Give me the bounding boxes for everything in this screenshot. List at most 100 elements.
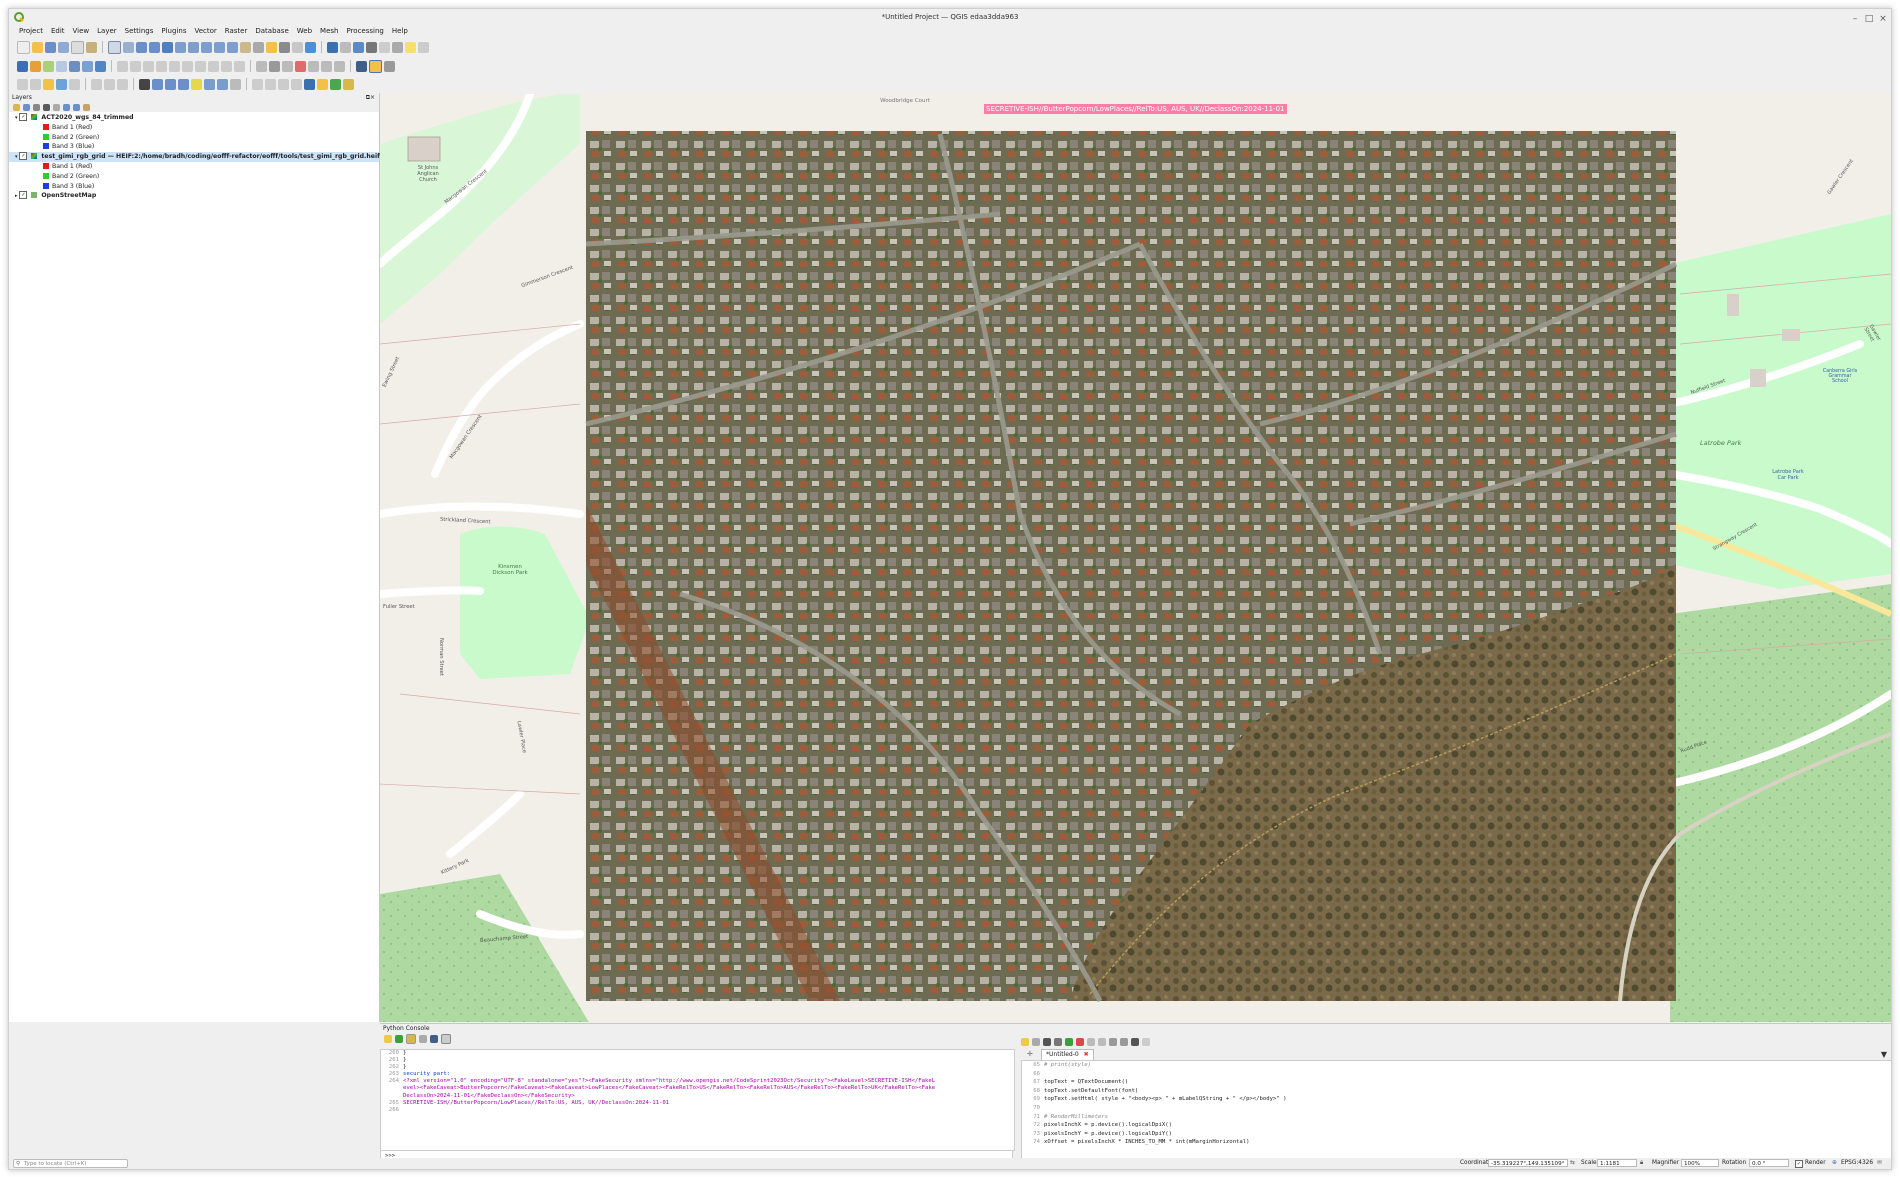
rotation-spinbox[interactable]: 0.0 ° — [1749, 1159, 1789, 1167]
label-tool-icon[interactable] — [256, 60, 267, 72]
crs-globe-icon[interactable]: ⊕ — [1832, 1159, 1837, 1168]
dock-icon[interactable] — [441, 1034, 451, 1044]
new-print-layout-icon[interactable] — [71, 40, 84, 54]
edit-raster-icon[interactable] — [217, 78, 228, 90]
text-annotation-icon[interactable] — [230, 78, 241, 90]
vertex-icon[interactable] — [252, 78, 263, 90]
menu-raster[interactable]: Raster — [221, 26, 252, 37]
layer-row-act2020[interactable]: ▾ ✓ ACT2020_wgs_84_trimmed — [9, 113, 379, 123]
measure-icon[interactable] — [379, 41, 390, 53]
new-geopackage-icon[interactable] — [30, 60, 41, 72]
collapse-arrow-icon[interactable]: ▾ — [15, 154, 18, 160]
manage-themes-icon[interactable] — [33, 103, 40, 111]
menu-view[interactable]: View — [69, 26, 94, 37]
annotation-icon[interactable] — [405, 41, 416, 53]
editor-help-icon[interactable] — [1142, 1038, 1150, 1046]
open-script-icon[interactable] — [1021, 1038, 1029, 1046]
editor-code[interactable]: 65 # print(style) 66 67 topText = QTextD… — [1021, 1060, 1891, 1162]
menu-settings[interactable]: Settings — [121, 26, 158, 37]
object-inspector-icon[interactable] — [1131, 1038, 1139, 1046]
run-script-icon[interactable] — [1065, 1038, 1073, 1046]
pan-to-selection-icon[interactable] — [123, 41, 134, 53]
scale-feature-icon[interactable] — [291, 78, 302, 90]
data-source-manager-icon[interactable] — [17, 60, 28, 72]
layer-row-osm[interactable]: ▸ ✓ OpenStreetMap — [9, 191, 379, 201]
menu-edit[interactable]: Edit — [47, 26, 69, 37]
temporal-controller-icon[interactable] — [292, 41, 303, 53]
cut-script-icon[interactable] — [1076, 1038, 1084, 1046]
menu-mesh[interactable]: Mesh — [316, 26, 342, 37]
help-console-icon[interactable] — [430, 1035, 438, 1043]
lock-scale-icon[interactable]: 🔒︎ — [1640, 1159, 1643, 1168]
save-as-icon[interactable] — [58, 41, 69, 53]
new-virtual-layer-icon[interactable] — [69, 60, 80, 72]
processing-toolbox-icon[interactable] — [353, 41, 364, 53]
delete-icon[interactable] — [169, 60, 180, 72]
refresh-icon[interactable] — [305, 41, 316, 53]
find-icon[interactable] — [1109, 1038, 1117, 1046]
map-tips-icon[interactable] — [392, 41, 403, 53]
plugin-tool-icon[interactable] — [317, 78, 328, 90]
bookmark-icon[interactable] — [266, 41, 277, 53]
zoom-native-icon[interactable] — [201, 41, 212, 53]
new-3d-view-icon[interactable] — [253, 41, 264, 53]
expand-all-icon[interactable] — [63, 103, 70, 111]
new-spatialite-icon[interactable] — [56, 60, 67, 72]
open-project-icon[interactable] — [32, 41, 43, 53]
menu-plugins[interactable]: Plugins — [157, 26, 190, 37]
label-hide-icon[interactable] — [295, 60, 306, 72]
locator-icon[interactable] — [204, 78, 215, 90]
attribute-table-icon[interactable] — [340, 41, 351, 53]
help-icon[interactable] — [418, 41, 429, 53]
layer-row-test-gimi[interactable]: ▾ ✓ test_gimi_rgb_grid — HEIF:2:/home/br… — [9, 152, 380, 162]
select-features-icon[interactable] — [43, 78, 54, 90]
scale-combo[interactable]: 1:1181 — [1597, 1159, 1637, 1167]
python-editor-icon[interactable] — [369, 59, 382, 73]
menu-web[interactable]: Web — [293, 26, 316, 37]
zoom-in-icon[interactable] — [136, 41, 147, 53]
identify-icon[interactable] — [327, 41, 338, 53]
menu-project[interactable]: Project — [15, 26, 47, 37]
extents-toggle-icon[interactable]: ⇆ — [1570, 1159, 1575, 1168]
zoom-full-icon[interactable] — [162, 41, 173, 53]
snapping-icon[interactable] — [91, 78, 102, 90]
zoom-out-icon[interactable] — [149, 41, 160, 53]
add-raster-icon[interactable] — [95, 60, 106, 72]
map-canvas[interactable]: Woodbridge Court St Johns Anglican Churc… — [380, 94, 1891, 1022]
offset-curve-icon[interactable] — [117, 78, 128, 90]
menu-vector[interactable]: Vector — [190, 26, 220, 37]
plugin-edit-icon[interactable] — [343, 78, 354, 90]
layout-manager-icon[interactable] — [86, 41, 97, 53]
python-console-icon[interactable] — [356, 60, 367, 72]
cut-icon[interactable] — [182, 60, 193, 72]
console-output[interactable]: 260 } 261 } 262} 263 security part: 264 <?… — [380, 1049, 1015, 1151]
coordinate-field[interactable]: -35.319227°,149.135109° — [1488, 1159, 1568, 1167]
menu-layer[interactable]: Layer — [93, 26, 121, 37]
highlight-icon[interactable] — [191, 78, 202, 90]
select-by-value-icon[interactable] — [56, 78, 67, 90]
clear-console-icon[interactable] — [384, 1035, 392, 1043]
new-temporary-layer-icon[interactable] — [82, 60, 93, 72]
remove-layer-icon[interactable] — [83, 103, 90, 111]
run-command-icon[interactable] — [395, 1035, 403, 1043]
render-checkbox[interactable]: ✓ — [1795, 1160, 1803, 1168]
grid-icon[interactable] — [178, 78, 189, 90]
collapse-arrow-icon[interactable]: ▸ — [15, 193, 18, 199]
add-feature-icon[interactable] — [143, 60, 154, 72]
align-raster-icon[interactable] — [165, 78, 176, 90]
new-tab-icon[interactable]: ✛ — [1027, 1050, 1033, 1058]
plugin-refresh-icon[interactable] — [330, 78, 341, 90]
collapse-all-icon[interactable] — [73, 103, 80, 111]
circle-tool-icon[interactable] — [30, 78, 41, 90]
new-shapefile-icon[interactable] — [43, 60, 54, 72]
close-tab-icon[interactable]: ✖ — [1084, 1051, 1089, 1058]
show-bookmarks-icon[interactable] — [279, 41, 290, 53]
filter-expression-icon[interactable] — [53, 103, 60, 111]
advanced-digitizing-icon[interactable] — [104, 78, 115, 90]
save-script-icon[interactable] — [1043, 1038, 1051, 1046]
vertex-tool-icon[interactable] — [156, 60, 167, 72]
save-as-script-icon[interactable] — [1054, 1038, 1062, 1046]
new-map-view-icon[interactable] — [240, 41, 251, 53]
menu-help[interactable]: Help — [388, 26, 412, 37]
collapse-arrow-icon[interactable]: ▾ — [15, 115, 18, 121]
